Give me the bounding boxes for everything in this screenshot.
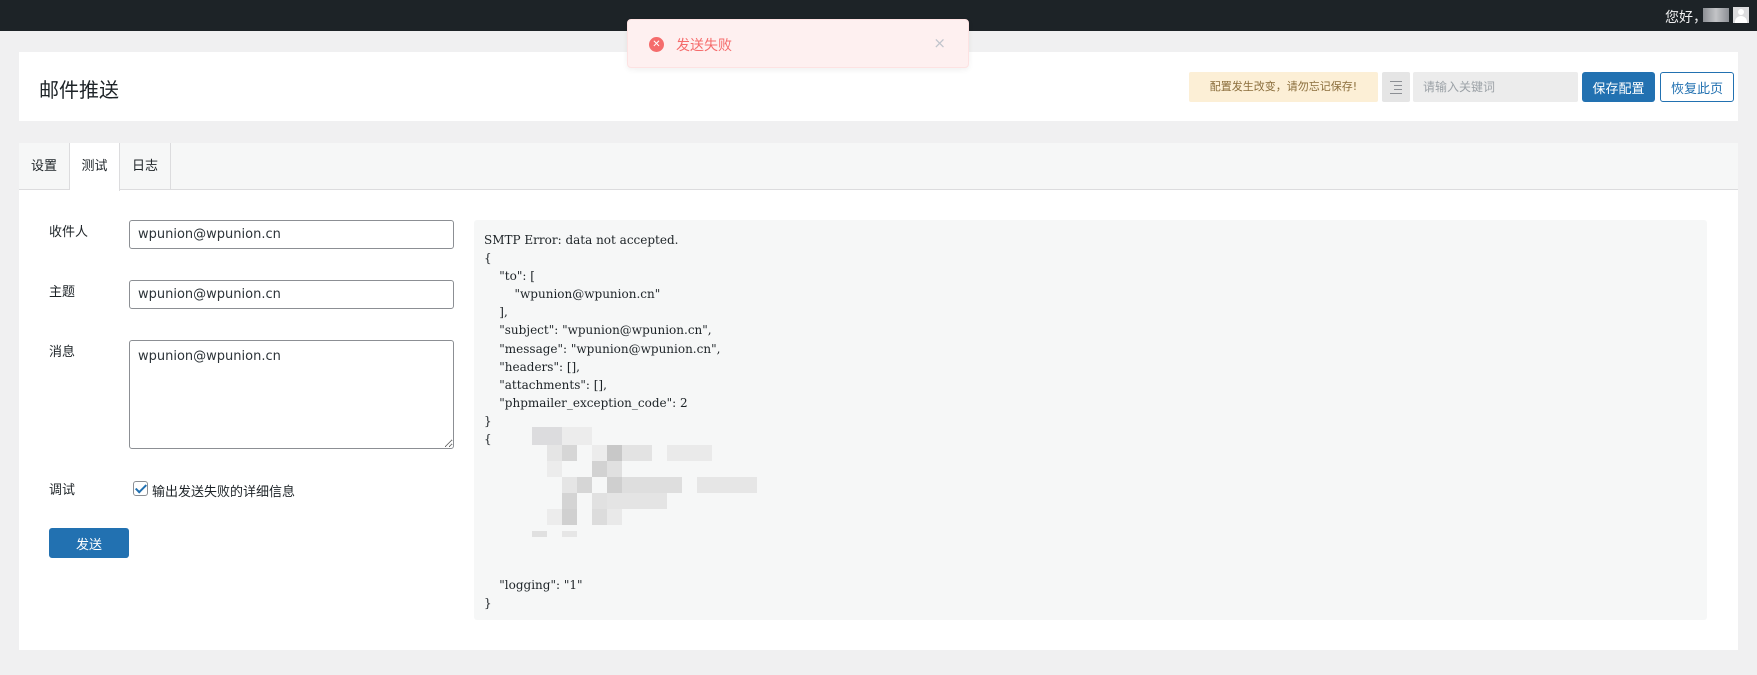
indent-icon-line [1394,89,1402,90]
debug-output: SMTP Error: data not accepted.{ "to": [ … [474,220,1707,620]
output-line: "wpunion@wpunion.cn" [484,287,661,302]
output-line: "phpmailer_exception_code": 2 [484,395,688,410]
save-config-button[interactable]: 保存配置 [1582,72,1655,102]
unsaved-notice: 配置发生改变，请勿忘记保存! [1189,72,1378,102]
recipient-input[interactable] [129,220,454,249]
toast-message: 发送失败 [676,38,732,54]
greeting-text: 您好， [1665,10,1707,26]
restore-page-button[interactable]: 恢复此页 [1660,72,1734,102]
output-tail-lines: "logging": "1"} [484,576,583,612]
message-label: 消息 [49,345,76,360]
recipient-label: 收件人 [49,225,89,240]
output-line: { [484,251,492,266]
subject-label: 主题 [49,285,76,300]
username-blurred[interactable] [1703,8,1729,22]
redacted-block [517,427,792,537]
output-line: "attachments": [], [484,377,607,392]
settings-panel: 设置 测试 日志 收件人 主题 消息 wpunion@wpunion.cn 调试… [19,143,1738,650]
avatar-icon[interactable] [1733,7,1749,23]
expand-toggle-button[interactable] [1382,72,1410,102]
output-line: "headers": [], [484,359,580,374]
output-line: "subject": "wpunion@wpunion.cn", [484,323,712,338]
indent-icon-line [1390,93,1402,94]
error-toast: ✕ 发送失败 × [627,19,969,68]
tab-bar: 设置 测试 日志 [19,143,1738,191]
send-button[interactable]: 发送 [49,528,129,558]
output-line: "logging": "1" [484,578,583,592]
page-title: 邮件推送 [39,78,119,102]
message-textarea[interactable]: wpunion@wpunion.cn [129,340,454,449]
output-lines: SMTP Error: data not accepted.{ "to": [ … [484,231,1697,448]
subject-input[interactable] [129,280,454,309]
debug-checkbox[interactable] [133,481,148,496]
debug-checkbox-label[interactable]: 输出发送失败的详细信息 [152,481,295,500]
tab-log[interactable]: 日志 [120,143,171,190]
indent-icon-line [1390,81,1402,82]
debug-label: 调试 [49,483,76,498]
search-input[interactable] [1413,72,1578,102]
output-line: } [484,596,492,611]
close-icon[interactable]: × [933,34,946,52]
tab-settings[interactable]: 设置 [19,143,70,190]
error-icon: ✕ [649,37,664,52]
output-line: "to": [ [484,269,535,284]
output-line: ], [484,305,508,320]
output-line: "message": "wpunion@wpunion.cn", [484,341,721,356]
output-line: SMTP Error: data not accepted. [484,233,679,247]
tab-test[interactable]: 测试 [70,143,120,191]
indent-icon-line [1394,85,1402,86]
